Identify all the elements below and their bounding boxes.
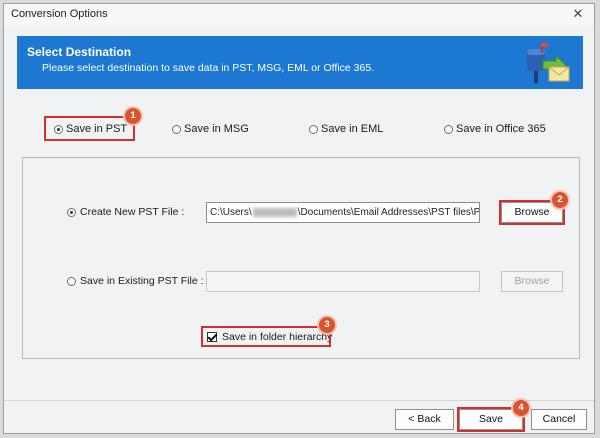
path-prefix: C:\Users\ [210,207,252,218]
existing-pst-input[interactable] [206,271,480,292]
existing-pst-label: Save in Existing PST File : [80,275,204,287]
radio-label: Save in EML [321,123,384,135]
radio-save-in-office365[interactable]: Save in Office 365 [444,123,546,135]
radio-create-new-pst[interactable]: Create New PST File : [67,206,184,218]
radio-save-in-msg[interactable]: Save in MSG [172,123,249,135]
callout-badge-3: 3 [319,317,335,333]
footer-separator [4,400,594,401]
banner-title: Select Destination [27,45,132,59]
callout-badge-2: 2 [552,192,568,208]
mailbox-arrow-icon [527,43,570,83]
radio-dot[interactable] [309,124,318,134]
back-button[interactable]: < Back [395,409,454,430]
create-new-pst-label: Create New PST File : [80,206,185,218]
radio-dot-selected[interactable] [67,207,76,217]
pst-path-input[interactable]: C:\Users\ \Documents\Email Addresses\PST … [206,202,480,223]
callout-highlight-3 [201,326,331,347]
window-title: Conversion Options [11,8,108,20]
title-bar: Conversion Options ✕ [4,4,594,26]
banner-subtitle: Please select destination to save data i… [42,62,375,74]
callout-badge-4: 4 [513,400,529,416]
radio-dot[interactable] [172,124,181,134]
radio-label: Save in MSG [184,123,249,135]
radio-dot[interactable] [444,124,453,134]
browse-button-disabled[interactable]: Browse [501,271,563,292]
cancel-button[interactable]: Cancel [531,409,587,430]
callout-badge-1: 1 [125,108,141,124]
radio-existing-pst[interactable]: Save in Existing PST File : [67,275,204,287]
radio-label: Save in Office 365 [456,123,546,135]
path-suffix: \Documents\Email Addresses\PST files\Poc… [297,207,480,218]
radio-save-in-eml[interactable]: Save in EML [309,123,383,135]
conversion-options-dialog: Conversion Options ✕ Select Destination … [3,3,595,434]
close-icon[interactable]: ✕ [570,6,586,22]
select-destination-banner: Select Destination Please select destina… [17,36,583,89]
redacted-username [252,207,297,217]
callout-highlight-1 [44,116,135,141]
radio-dot[interactable] [67,276,76,286]
